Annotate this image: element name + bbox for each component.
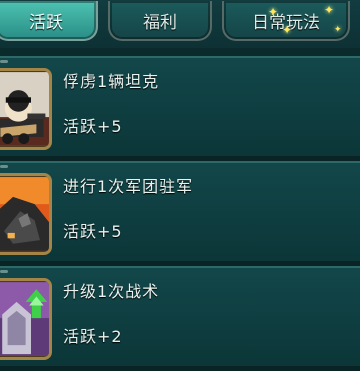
task-title: 俘虏1辆坦克 (63, 72, 160, 91)
task-title: 升级1次战术 (63, 282, 160, 301)
row-divider-tick (0, 60, 8, 63)
task-reward: 活跃+2 (63, 327, 123, 346)
tab-richang-wanfa[interactable]: 日常玩法 ✦ ✦ ✦ ✦ (222, 1, 350, 41)
row-divider-tick (0, 165, 8, 168)
row-divider-tick (0, 270, 8, 273)
task-row[interactable]: 俘虏1辆坦克 活跃+5 (0, 56, 360, 161)
tab-label: 活跃 (29, 12, 63, 33)
sparkle-icon: ✦ (334, 25, 342, 35)
fortress-art (0, 177, 49, 251)
sparkle-icon: ✦ (324, 3, 335, 17)
tactic-upgrade-art (0, 282, 49, 356)
fortress-icon (0, 173, 52, 255)
sparkle-icon: ✦ (282, 23, 293, 37)
task-title: 进行1次军团驻军 (63, 177, 194, 196)
tank-commander-art (0, 72, 49, 146)
tab-huoyue[interactable]: 活跃 (0, 1, 98, 41)
task-reward: 活跃+5 (63, 222, 123, 241)
tank-commander-icon (0, 68, 52, 150)
task-row[interactable]: 升级1次战术 活跃+2 (0, 266, 360, 371)
tactic-upgrade-icon (0, 278, 52, 360)
tab-label: 福利 (143, 12, 177, 33)
task-reward: 活跃+5 (63, 117, 123, 136)
tab-bar: 活跃 福利 日常玩法 ✦ ✦ ✦ ✦ (0, 0, 360, 48)
task-row[interactable]: 进行1次军团驻军 活跃+5 (0, 161, 360, 266)
sparkle-icon: ✦ (268, 5, 279, 19)
tab-fuli[interactable]: 福利 (108, 1, 212, 41)
